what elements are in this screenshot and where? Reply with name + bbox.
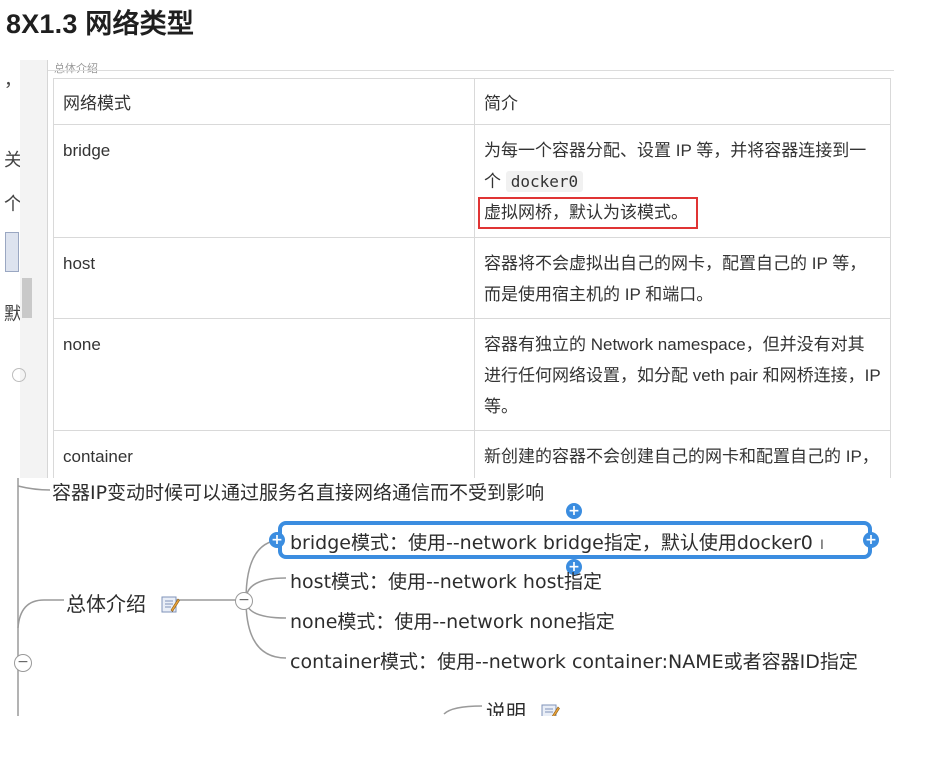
add-node-left-icon[interactable]: +	[269, 532, 285, 548]
table-header-row: 网络模式 简介	[53, 78, 891, 125]
mindmap-screenshot: 容器IP变动时候可以通过服务名直接网络通信而不受到影响 − 总体介绍 − + +…	[14, 478, 894, 716]
note-icon[interactable]	[540, 702, 561, 716]
table-row: none 容器有独立的 Network namespace，但并没有对其进行任何…	[53, 318, 891, 431]
mindmap-top-node[interactable]: 容器IP变动时候可以通过服务名直接网络通信而不受到影响	[52, 478, 544, 505]
mindmap-child-bridge[interactable]: bridge模式：使用--network bridge指定，默认使用docker…	[290, 528, 813, 555]
sibling-label: 说明	[486, 700, 526, 716]
scrollbar-thumb[interactable]	[22, 278, 32, 318]
add-node-top-icon[interactable]: +	[566, 503, 582, 519]
desc-cell: 容器有独立的 Network namespace，但并没有对其进行任何网络设置，…	[474, 318, 891, 431]
column-header-mode: 网络模式	[53, 78, 475, 125]
column-header-desc: 简介	[474, 78, 891, 125]
mode-cell: bridge	[53, 124, 475, 238]
mindmap-child-none[interactable]: none模式：使用--network none指定	[290, 607, 615, 634]
mode-cell: host	[53, 237, 475, 319]
side-scroll-panel	[20, 60, 48, 480]
mode-cell: container	[53, 430, 475, 478]
network-types-table-screenshot: 总体介绍 网络模式 简介 bridge 为每一个容器分配、设置 IP 等，并将容…	[48, 60, 894, 478]
collapse-toggle-icon[interactable]: −	[235, 592, 253, 610]
network-mode-table: 网络模式 简介 bridge 为每一个容器分配、设置 IP 等，并将容器连接到一…	[53, 78, 891, 478]
mindmap-child-host[interactable]: host模式：使用--network host指定	[290, 567, 602, 594]
text-cursor-icon: I	[820, 536, 824, 552]
desc-cell: 新创建的容器不会创建自己的网卡和配置自己的 IP，而是和一个指定的容器共享 IP…	[474, 430, 891, 478]
desc-cell: 容器将不会虚拟出自己的网卡，配置自己的 IP 等，而是使用宿主机的 IP 和端口…	[474, 237, 891, 319]
add-node-right-icon[interactable]: +	[863, 532, 879, 548]
page-heading: 8X1.3 网络类型	[6, 9, 195, 39]
note-icon[interactable]	[160, 594, 181, 614]
table-caption: 总体介绍	[54, 63, 98, 75]
mode-cell: none	[53, 318, 475, 431]
mindmap-parent-node[interactable]: 总体介绍	[66, 588, 181, 617]
mindmap-sibling-node[interactable]: 说明	[486, 696, 561, 716]
table-row: container 新创建的容器不会创建自己的网卡和配置自己的 IP，而是和一个…	[53, 430, 891, 478]
collapse-toggle-icon[interactable]: −	[14, 654, 32, 672]
thumbnail-image	[5, 232, 19, 272]
desc-cell: 为每一个容器分配、设置 IP 等，并将容器连接到一个 docker0 虚拟网桥，…	[474, 124, 891, 238]
collapse-circle-icon[interactable]	[12, 368, 26, 382]
parent-label: 总体介绍	[66, 592, 146, 616]
table-row: host 容器将不会虚拟出自己的网卡，配置自己的 IP 等，而是使用宿主机的 I…	[53, 237, 891, 319]
highlight-box: 虚拟网桥，默认为该模式。	[478, 197, 698, 229]
inline-code: docker0	[505, 171, 584, 192]
divider	[48, 70, 894, 71]
mindmap-child-container[interactable]: container模式：使用--network container:NAME或者…	[290, 647, 858, 674]
table-row: bridge 为每一个容器分配、设置 IP 等，并将容器连接到一个 docker…	[53, 124, 891, 238]
